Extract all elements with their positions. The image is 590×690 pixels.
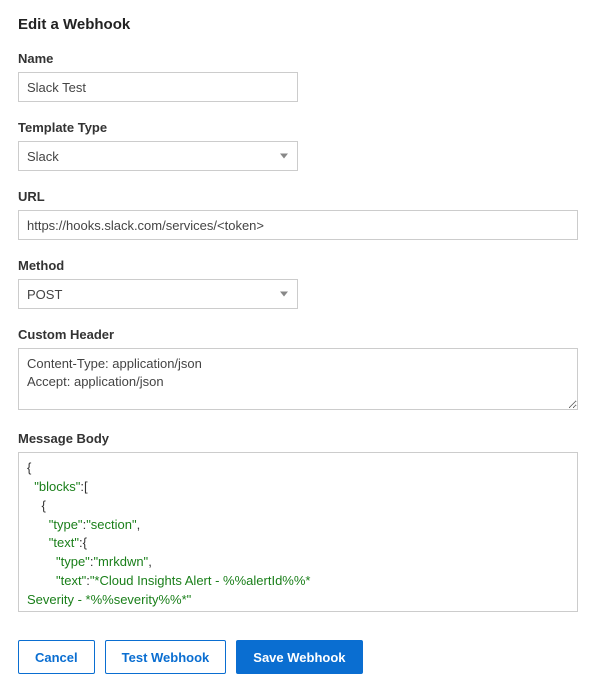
- message-body-label: Message Body: [18, 431, 572, 446]
- template-type-field-group: Template Type Slack: [18, 120, 572, 171]
- name-label: Name: [18, 51, 572, 66]
- method-field-group: Method POST: [18, 258, 572, 309]
- save-webhook-button[interactable]: Save Webhook: [236, 640, 362, 674]
- method-value: POST: [27, 287, 62, 302]
- page-title: Edit a Webhook: [18, 16, 572, 33]
- message-body-textarea[interactable]: { "blocks":[ { "type":"section", "text":…: [18, 452, 578, 612]
- template-type-select[interactable]: Slack: [18, 141, 298, 171]
- name-field-group: Name: [18, 51, 572, 102]
- custom-header-field-group: Custom Header Content-Type: application/…: [18, 327, 572, 413]
- message-body-field-group: Message Body { "blocks":[ { "type":"sect…: [18, 431, 572, 612]
- method-label: Method: [18, 258, 572, 273]
- name-input[interactable]: [18, 72, 298, 102]
- url-field-group: URL: [18, 189, 572, 240]
- url-label: URL: [18, 189, 572, 204]
- url-input[interactable]: [18, 210, 578, 240]
- template-type-label: Template Type: [18, 120, 572, 135]
- cancel-button[interactable]: Cancel: [18, 640, 95, 674]
- template-type-value: Slack: [27, 149, 59, 164]
- method-select[interactable]: POST: [18, 279, 298, 309]
- test-webhook-button[interactable]: Test Webhook: [105, 640, 227, 674]
- custom-header-textarea[interactable]: Content-Type: application/json Accept: a…: [18, 348, 578, 410]
- custom-header-label: Custom Header: [18, 327, 572, 342]
- button-row: Cancel Test Webhook Save Webhook: [18, 640, 572, 674]
